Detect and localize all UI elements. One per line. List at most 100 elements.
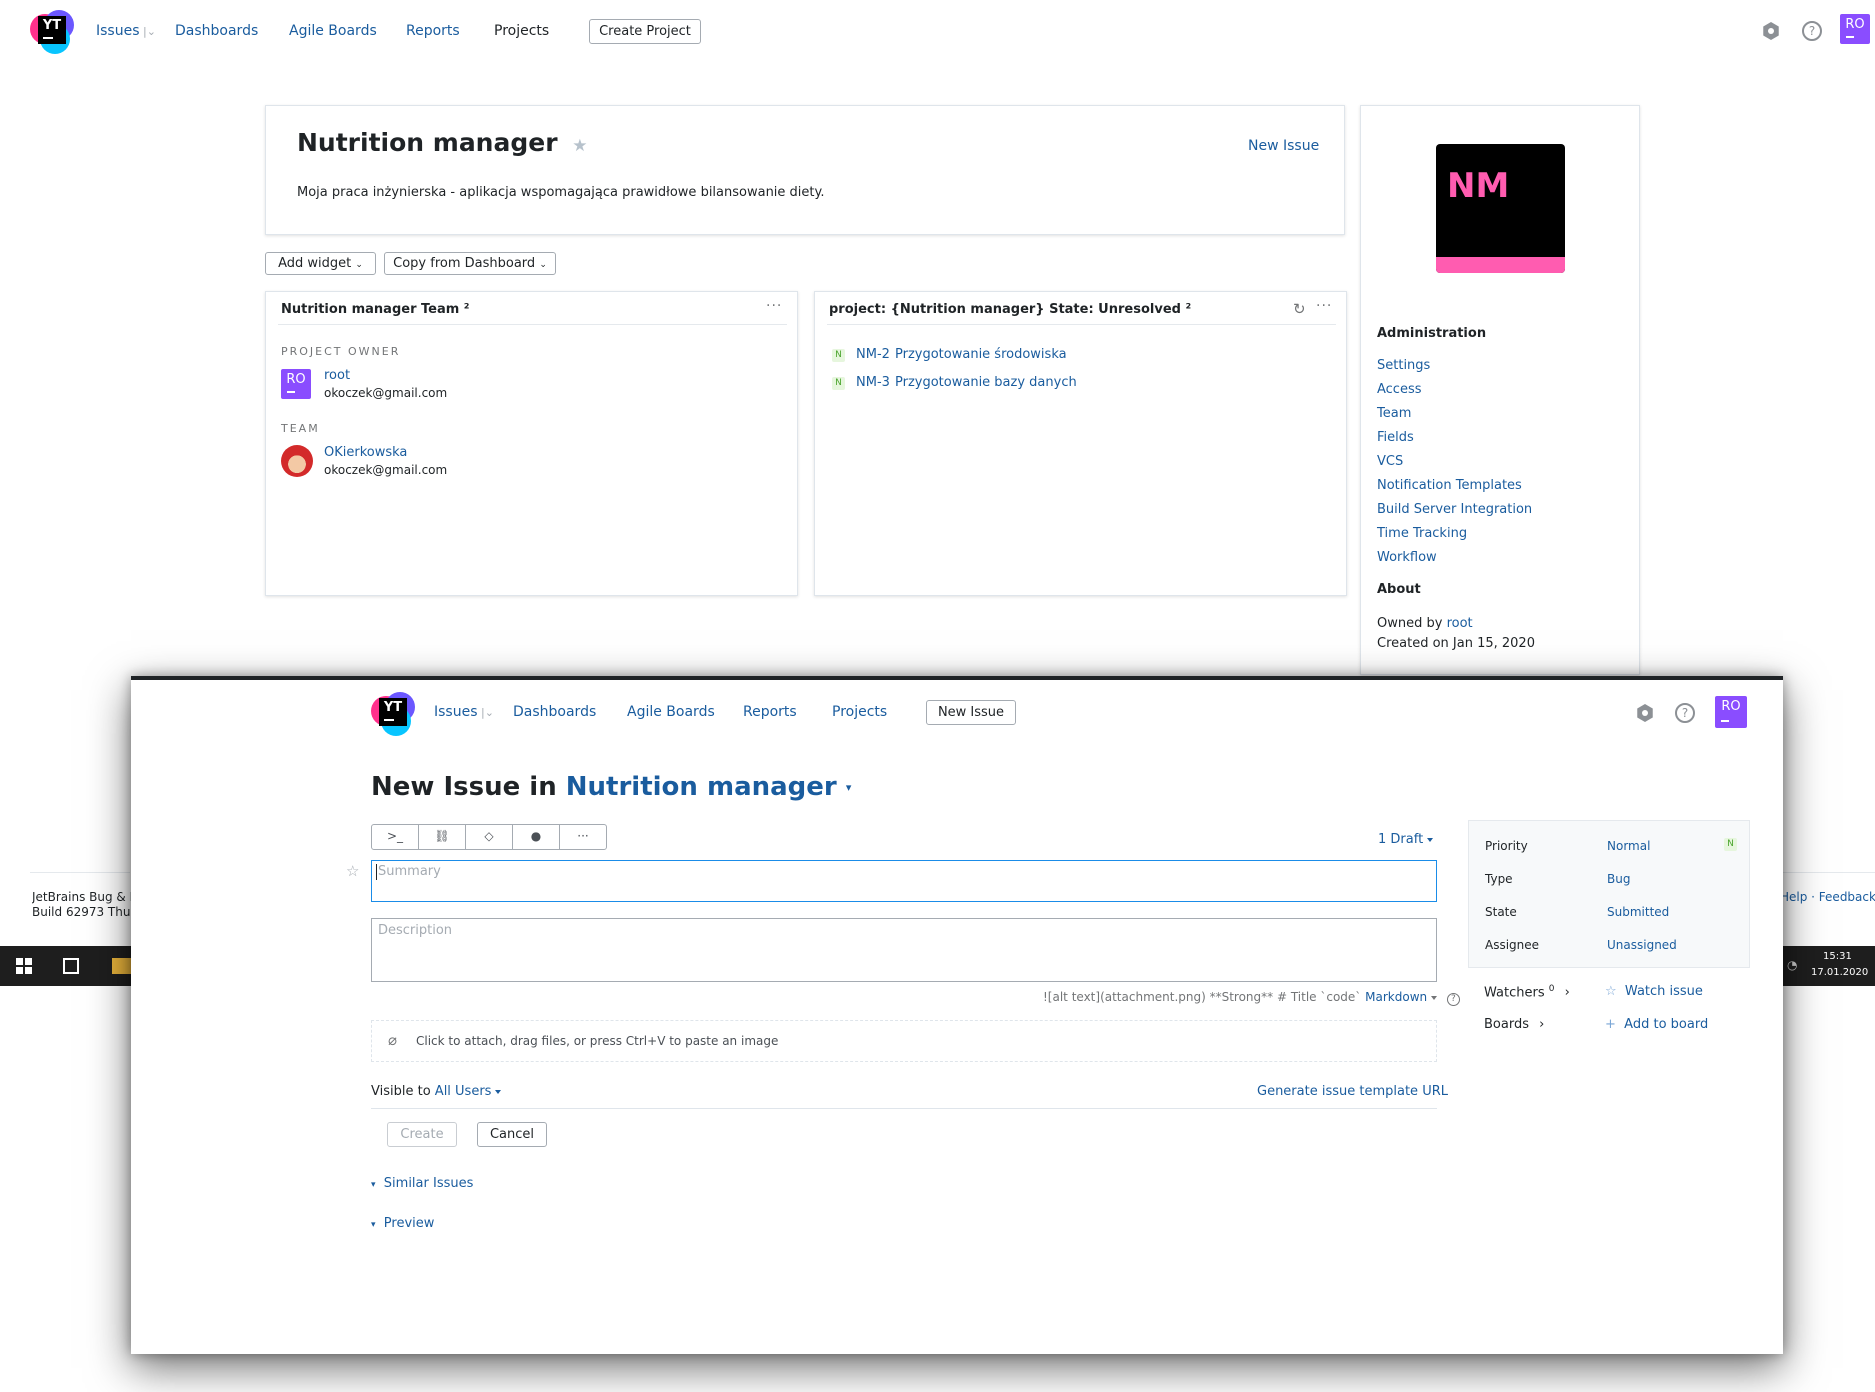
file-explorer-icon[interactable] — [112, 958, 131, 974]
create-project-button[interactable]: Create Project — [589, 19, 701, 44]
preview-toggle[interactable]: ▾ Preview — [371, 1216, 434, 1231]
project-description: Moja praca inżynierska - aplikacja wspom… — [297, 185, 825, 200]
chevron-down-icon[interactable]: ▾ — [846, 781, 852, 794]
sidebar-link-vcs[interactable]: VCS — [1377, 454, 1403, 469]
help-icon[interactable]: ? — [1675, 703, 1695, 723]
nav-issues[interactable]: Issues |⌄ — [434, 704, 494, 720]
page-title: New Issue in Nutrition manager ▾ — [371, 772, 852, 802]
sidebar-link-settings[interactable]: Settings — [1377, 358, 1430, 373]
issue-summary[interactable]: Przygotowanie środowiska — [895, 347, 1067, 362]
nav-dashboards[interactable]: Dashboards — [513, 704, 596, 720]
visibility-row: Visible to All Users — [371, 1084, 502, 1099]
owner-link[interactable]: root — [1447, 616, 1473, 631]
user-avatar[interactable]: RO — [1840, 14, 1870, 44]
copy-from-dashboard-button[interactable]: Copy from Dashboard ⌄ — [384, 252, 556, 275]
footer-line-1: JetBrains Bug & I — [32, 890, 131, 904]
refresh-icon[interactable]: ↻ — [1293, 300, 1306, 318]
issue-id[interactable]: NM-3 — [856, 375, 890, 390]
nav-projects[interactable]: Projects — [832, 704, 887, 720]
wifi-icon[interactable]: ◔ — [1787, 958, 1797, 972]
star-icon[interactable]: ☆ — [346, 862, 359, 880]
nav-dashboards[interactable]: Dashboards — [175, 23, 258, 39]
chevron-right-icon: › — [1564, 985, 1570, 1001]
issues-widget: project: {Nutrition manager} State: Unre… — [814, 291, 1347, 596]
create-button[interactable]: Create — [387, 1122, 457, 1147]
widget-menu-icon[interactable]: ··· — [1316, 298, 1332, 314]
add-to-board-link[interactable]: + Add to board — [1605, 1017, 1708, 1032]
issue-summary[interactable]: Przygotowanie bazy danych — [895, 375, 1077, 390]
sidebar-link-time-tracking[interactable]: Time Tracking — [1377, 526, 1467, 541]
sidebar-link-workflow[interactable]: Workflow — [1377, 550, 1437, 565]
markdown-hint: ![alt text](attachment.png) **Strong** #… — [1043, 990, 1460, 1006]
member-name-link[interactable]: OKierkowska — [324, 445, 407, 460]
field-label-assignee: Assignee — [1485, 938, 1540, 952]
settings-icon[interactable] — [1637, 704, 1653, 722]
priority-badge: N — [1724, 838, 1737, 851]
help-icon[interactable]: ? — [1802, 21, 1822, 41]
nav-issues[interactable]: Issues |⌄ — [96, 23, 156, 39]
nav-agile-boards[interactable]: Agile Boards — [627, 704, 715, 720]
user-avatar[interactable]: RO — [1715, 696, 1747, 728]
field-label-priority: Priority — [1485, 839, 1528, 853]
command-icon[interactable]: >_ — [372, 825, 419, 849]
field-value-type[interactable]: Bug — [1607, 872, 1630, 886]
markdown-selector[interactable]: Markdown — [1365, 990, 1427, 1004]
boards-toggle[interactable]: Boards › — [1484, 1017, 1544, 1032]
nav-reports[interactable]: Reports — [406, 23, 460, 39]
footer-help-feedback[interactable]: Help · Feedback — [1780, 890, 1875, 904]
project-selector[interactable]: Nutrition manager — [566, 772, 837, 802]
visibility-icon[interactable]: ● — [513, 825, 560, 849]
sidebar-link-build-server[interactable]: Build Server Integration — [1377, 502, 1532, 517]
nav-reports[interactable]: Reports — [743, 704, 797, 720]
nav-projects[interactable]: Projects — [494, 23, 549, 39]
summary-input[interactable]: Summary — [371, 860, 1437, 902]
youtrack-logo[interactable]: YT — [30, 10, 74, 54]
generate-template-url-link[interactable]: Generate issue template URL — [1257, 1084, 1448, 1099]
field-value-priority[interactable]: Normal — [1607, 839, 1650, 853]
new-issue-button[interactable]: New Issue — [926, 700, 1016, 725]
member-avatar — [281, 445, 313, 477]
more-icon[interactable]: ··· — [560, 825, 606, 849]
similar-issues-toggle[interactable]: ▾ Similar Issues — [371, 1176, 473, 1191]
paperclip-icon: ⌀ — [388, 1031, 398, 1049]
issue-tag: N — [832, 377, 845, 390]
issue-id[interactable]: NM-2 — [856, 347, 890, 362]
sidebar-link-access[interactable]: Access — [1377, 382, 1422, 397]
attachment-dropzone[interactable]: ⌀ Click to attach, drag files, or press … — [371, 1020, 1437, 1062]
cancel-button[interactable]: Cancel — [477, 1122, 547, 1147]
windows-start-icon[interactable] — [16, 958, 32, 974]
attach-hint: Click to attach, drag files, or press Ct… — [416, 1034, 779, 1048]
administration-heading: Administration — [1377, 326, 1487, 341]
team-heading: TEAM — [281, 422, 320, 435]
sidebar-link-fields[interactable]: Fields — [1377, 430, 1414, 445]
star-icon[interactable]: ★ — [572, 136, 587, 156]
visibility-selector[interactable]: All Users — [435, 1084, 492, 1099]
taskbar-time: 15:31 — [1823, 951, 1852, 962]
link-icon[interactable]: ⛓ — [419, 825, 466, 849]
field-value-assignee[interactable]: Unassigned — [1607, 938, 1677, 952]
add-widget-button[interactable]: Add widget ⌄ — [265, 252, 376, 275]
sidebar-link-notification-templates[interactable]: Notification Templates — [1377, 478, 1522, 493]
about-heading: About — [1377, 582, 1421, 597]
issue-tag: N — [832, 349, 845, 362]
team-widget-title: Nutrition manager Team ² — [281, 302, 470, 317]
description-input[interactable]: Description — [371, 918, 1437, 982]
watch-issue-link[interactable]: ☆ Watch issue — [1605, 984, 1703, 999]
widget-menu-icon[interactable]: ··· — [766, 298, 782, 314]
member-email: okoczek@gmail.com — [324, 463, 448, 477]
issue-row[interactable]: N NM-2 Przygotowanie środowiska — [832, 347, 1312, 367]
field-value-state[interactable]: Submitted — [1607, 905, 1669, 919]
new-issue-link[interactable]: New Issue — [1248, 138, 1319, 154]
youtrack-logo[interactable]: YT — [371, 692, 415, 736]
settings-icon[interactable] — [1763, 22, 1779, 40]
nav-agile-boards[interactable]: Agile Boards — [289, 23, 377, 39]
issue-row[interactable]: N NM-3 Przygotowanie bazy danych — [832, 375, 1312, 395]
draft-selector[interactable]: 1 Draft — [1378, 832, 1434, 847]
sidebar-link-team[interactable]: Team — [1377, 406, 1411, 421]
help-icon[interactable]: ? — [1446, 993, 1460, 1006]
watchers-toggle[interactable]: Watchers 0 › — [1484, 984, 1570, 1000]
tag-icon[interactable]: ◇ — [466, 825, 513, 849]
owner-name-link[interactable]: root — [324, 368, 350, 383]
owner-email: okoczek@gmail.com — [324, 386, 448, 400]
task-view-icon[interactable] — [63, 958, 79, 974]
